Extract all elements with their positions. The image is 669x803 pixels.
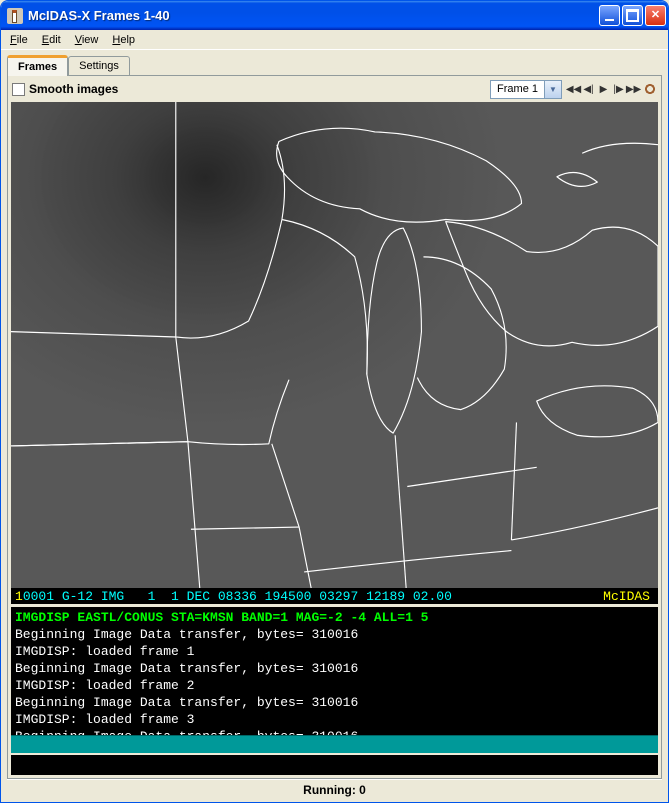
image-viewport[interactable]: 1 0001 G-12 IMG 1 1 DEC 08336 194500 032… <box>11 102 658 604</box>
overlay-brand: McIDAS <box>603 589 650 604</box>
smooth-label: Smooth images <box>29 82 118 96</box>
console-line: Beginning Image Data transfer, bytes= 31… <box>15 626 654 643</box>
menu-view[interactable]: View <box>68 32 106 48</box>
titlebar[interactable]: McIDAS-X Frames 1-40 <box>1 1 668 30</box>
first-frame-button[interactable]: ◀◀ <box>566 80 581 98</box>
play-button[interactable]: ▶ <box>596 80 611 98</box>
menu-edit[interactable]: Edit <box>35 32 68 48</box>
frame-select[interactable]: Frame 1 ▼ <box>490 80 562 99</box>
console-line: Beginning Image Data transfer, bytes= 31… <box>15 660 654 677</box>
overlay-text: 0001 G-12 IMG 1 1 DEC 08336 194500 03297… <box>23 589 452 604</box>
console-line: IMGDISP: loaded frame 3 <box>15 711 654 728</box>
console-footer <box>11 755 658 775</box>
tab-label: Frames <box>18 61 57 73</box>
console-command: IMGDISP EASTL/CONUS STA=KMSN BAND=1 MAG=… <box>15 609 654 626</box>
maximize-button[interactable] <box>622 5 643 26</box>
menubar: File Edit View Help <box>1 30 668 50</box>
console-output[interactable]: IMGDISP EASTL/CONUS STA=KMSN BAND=1 MAG=… <box>11 607 658 735</box>
prev-frame-button[interactable]: ◀| <box>581 80 596 98</box>
close-button[interactable] <box>645 5 666 26</box>
satellite-image <box>11 102 658 604</box>
tab-label: Settings <box>79 60 119 72</box>
toolbar: Smooth images Frame 1 ▼ ◀◀ ◀| ▶ |▶ ▶▶ <box>8 76 661 102</box>
frame-select-value: Frame 1 <box>491 83 544 95</box>
console-line: IMGDISP: loaded frame 2 <box>15 677 654 694</box>
tab-panel-frames: Smooth images Frame 1 ▼ ◀◀ ◀| ▶ |▶ ▶▶ <box>7 75 662 779</box>
console-line: Beginning Image Data transfer, bytes= 31… <box>15 728 654 735</box>
app-window: McIDAS-X Frames 1-40 File Edit View Help… <box>0 0 669 803</box>
window-title: McIDAS-X Frames 1-40 <box>28 8 599 23</box>
tab-frames[interactable]: Frames <box>7 55 68 76</box>
console-area: IMGDISP EASTL/CONUS STA=KMSN BAND=1 MAG=… <box>11 607 658 775</box>
smooth-checkbox[interactable] <box>12 83 25 96</box>
status-text: Running: 0 <box>303 783 366 797</box>
console-line: IMGDISP: loaded frame 1 <box>15 643 654 660</box>
menu-help[interactable]: Help <box>105 32 142 48</box>
java-icon <box>7 8 23 24</box>
tabbar: Frames Settings <box>7 53 662 75</box>
console-line: Beginning Image Data transfer, bytes= 31… <box>15 694 654 711</box>
minimize-button[interactable] <box>599 5 620 26</box>
chevron-down-icon[interactable]: ▼ <box>544 81 561 98</box>
overlay-frame-index: 1 <box>11 589 23 604</box>
loop-icon[interactable] <box>643 82 657 96</box>
tab-settings[interactable]: Settings <box>68 56 130 75</box>
command-input[interactable] <box>11 735 658 753</box>
image-overlay-bar: 1 0001 G-12 IMG 1 1 DEC 08336 194500 032… <box>11 588 658 604</box>
next-frame-button[interactable]: |▶ <box>611 80 626 98</box>
statusbar: Running: 0 <box>7 779 662 799</box>
last-frame-button[interactable]: ▶▶ <box>626 80 641 98</box>
client-area: Frames Settings Smooth images Frame 1 ▼ … <box>1 50 668 802</box>
menu-file[interactable]: File <box>3 32 35 48</box>
